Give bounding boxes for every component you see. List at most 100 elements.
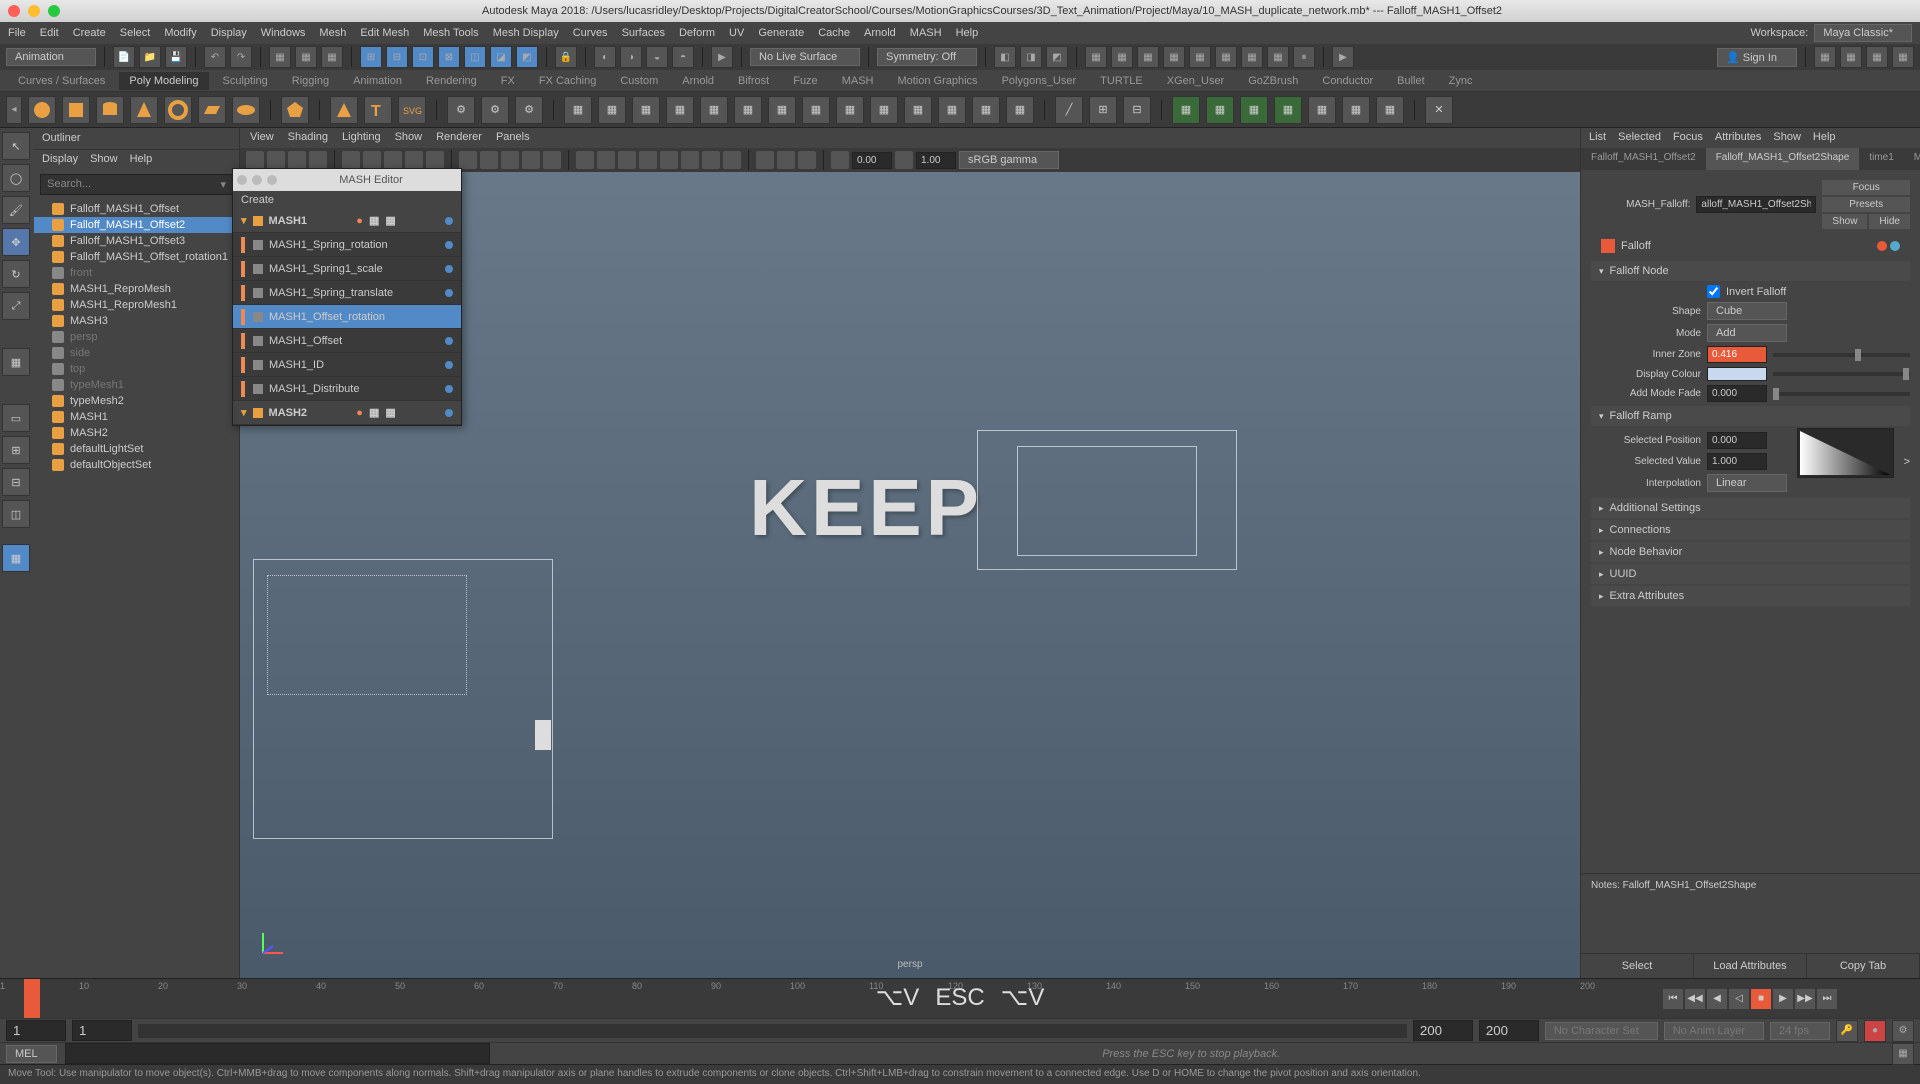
shelf-tab-custom[interactable]: Custom (610, 72, 668, 90)
poly-type-icon[interactable]: T (364, 96, 392, 124)
menu-edit-mesh[interactable]: Edit Mesh (360, 27, 409, 39)
open-scene-icon[interactable]: 📁 (139, 46, 161, 68)
snap-point-icon[interactable]: ⊡ (412, 46, 434, 68)
stop-button[interactable]: ■ (1751, 989, 1771, 1009)
menu-mash[interactable]: MASH (910, 27, 942, 39)
layout-outliner-icon[interactable]: ◫ (2, 500, 30, 528)
shelf-tab-polyuser[interactable]: Polygons_User (992, 72, 1087, 90)
ipr-icon[interactable]: ▶ (1332, 46, 1354, 68)
section-falloff-node[interactable]: Falloff Node (1591, 261, 1910, 281)
poly-svg-icon[interactable]: SVG (398, 96, 426, 124)
retopo-icon[interactable]: ▦ (836, 96, 864, 124)
layout2-icon[interactable]: ▦ (1840, 46, 1862, 68)
vp-xray-icon[interactable] (777, 151, 795, 169)
shelf-tab-turtle[interactable]: TURTLE (1090, 72, 1153, 90)
falloff-toggle-enable-icon[interactable] (1890, 241, 1900, 251)
mash-node-0-4[interactable]: MASH1_Offset (233, 329, 461, 353)
poly-cylinder-icon[interactable] (96, 96, 124, 124)
shelf-tab-goz[interactable]: GoZBrush (1238, 72, 1308, 90)
select-button[interactable]: Select (1581, 954, 1694, 978)
poly-platonic-icon[interactable] (281, 96, 309, 124)
menu-surfaces[interactable]: Surfaces (622, 27, 665, 39)
shape-dropdown[interactable]: Cube (1707, 302, 1787, 320)
anim-prefs-icon[interactable]: ⚙ (1892, 1020, 1914, 1042)
signin-dropdown[interactable]: 👤 Sign In (1717, 48, 1797, 67)
shelf-tab-arnold[interactable]: Arnold (672, 72, 724, 90)
poly-cube-icon[interactable] (62, 96, 90, 124)
shelf-tab-bifrost[interactable]: Bifrost (728, 72, 779, 90)
outliner-item-7[interactable]: MASH3 (34, 313, 239, 329)
redo-icon[interactable]: ↷ (230, 46, 252, 68)
lasso-tool-icon[interactable]: ◯ (2, 164, 30, 192)
bool-diff-icon[interactable]: ▦ (904, 96, 932, 124)
menu-modify[interactable]: Modify (164, 27, 196, 39)
menu-mesh[interactable]: Mesh (319, 27, 346, 39)
snap-grid-icon[interactable]: ⊞ (360, 46, 382, 68)
shelf-tab-fxcache[interactable]: FX Caching (529, 72, 606, 90)
range-slider[interactable] (138, 1024, 1407, 1038)
poly-tool1-icon[interactable]: ⚙ (447, 96, 475, 124)
presets-button[interactable]: Presets (1822, 197, 1910, 212)
vp-icon-5[interactable] (342, 151, 360, 169)
bool-union-icon[interactable]: ▦ (870, 96, 898, 124)
duplicate-icon[interactable]: ▦ (666, 96, 694, 124)
render-icon[interactable]: ▶ (711, 46, 733, 68)
mash-node-0-6[interactable]: MASH1_Distribute (233, 377, 461, 401)
shelf-tab-poly[interactable]: Poly Modeling (119, 72, 208, 90)
vp-menu-shading[interactable]: Shading (288, 131, 328, 145)
vp-xrayj-icon[interactable] (798, 151, 816, 169)
rv8-icon[interactable]: ▦ (1267, 46, 1289, 68)
mash-node-0-5[interactable]: MASH1_ID (233, 353, 461, 377)
lock-icon[interactable]: 🔒 (555, 46, 577, 68)
shelf-tab-mograph[interactable]: Motion Graphics (887, 72, 987, 90)
outliner-item-5[interactable]: MASH1_ReproMesh (34, 281, 239, 297)
pause-render-icon[interactable]: ⏸ (1293, 46, 1315, 68)
rv5-icon[interactable]: ▦ (1189, 46, 1211, 68)
interp-dropdown[interactable]: Linear (1707, 474, 1787, 492)
snap-plane-icon[interactable]: ⊠ (438, 46, 460, 68)
menu-curves[interactable]: Curves (573, 27, 608, 39)
step-back-key-icon[interactable]: ◀◀ (1685, 989, 1705, 1009)
insert-edge-icon[interactable]: ⊞ (1089, 96, 1117, 124)
section-extra[interactable]: Extra Attributes (1591, 586, 1910, 606)
vp-icon-7[interactable] (384, 151, 402, 169)
vp-icon-2[interactable] (267, 151, 285, 169)
attr-tab-3[interactable]: MASH (1904, 148, 1920, 170)
mode-dropdown[interactable]: Animation (6, 48, 96, 66)
search-dropdown-icon[interactable]: ▾ (220, 178, 226, 191)
fill-hole-icon[interactable]: ▦ (972, 96, 1000, 124)
menu-help[interactable]: Help (956, 27, 979, 39)
poly-disc-icon[interactable] (232, 96, 260, 124)
step-back-icon[interactable]: ◀ (1707, 989, 1727, 1009)
focus-button[interactable]: Focus (1822, 180, 1910, 195)
mash-node-0-2[interactable]: MASH1_Spring_translate (233, 281, 461, 305)
shelf-tab-bullet[interactable]: Bullet (1387, 72, 1435, 90)
extract-icon[interactable]: ▦ (632, 96, 660, 124)
select-tool-icon[interactable]: ↖ (2, 132, 30, 160)
fps-dropdown[interactable]: 24 fps (1770, 1022, 1830, 1040)
append-icon[interactable]: ▦ (1006, 96, 1034, 124)
vp-gamma-icon[interactable] (895, 151, 913, 169)
show-button[interactable]: Show (1822, 214, 1867, 229)
maximize-window-button[interactable] (48, 5, 60, 17)
snap-live-icon[interactable]: ◪ (490, 46, 512, 68)
rv3-icon[interactable]: ▦ (1137, 46, 1159, 68)
vp-film-icon[interactable] (480, 151, 498, 169)
autokey-icon[interactable]: 🔑 (1836, 1020, 1858, 1042)
add-mode-fade-input[interactable] (1707, 385, 1767, 402)
mash-network-0[interactable]: ▾MASH1●▦▦ (233, 209, 461, 233)
vp-motion-icon[interactable] (702, 151, 720, 169)
poly-pyramid-icon[interactable] (330, 96, 358, 124)
select-mode2-icon[interactable]: ▦ (295, 46, 317, 68)
poly-cone-icon[interactable] (130, 96, 158, 124)
inner-zone-input[interactable] (1707, 346, 1767, 363)
edge-tool-icon[interactable]: ╱ (1055, 96, 1083, 124)
vp-safe-icon[interactable] (543, 151, 561, 169)
outliner-item-16[interactable]: defaultObjectSet (34, 457, 239, 473)
multi-cut-icon[interactable]: ▦ (1342, 96, 1370, 124)
separate-icon[interactable]: ▦ (598, 96, 626, 124)
attr-tab-2[interactable]: time1 (1859, 148, 1903, 170)
vp-shadow-icon[interactable] (660, 151, 678, 169)
attr-menu-show[interactable]: Show (1773, 131, 1801, 145)
history4-icon[interactable]: ◓ (672, 46, 694, 68)
